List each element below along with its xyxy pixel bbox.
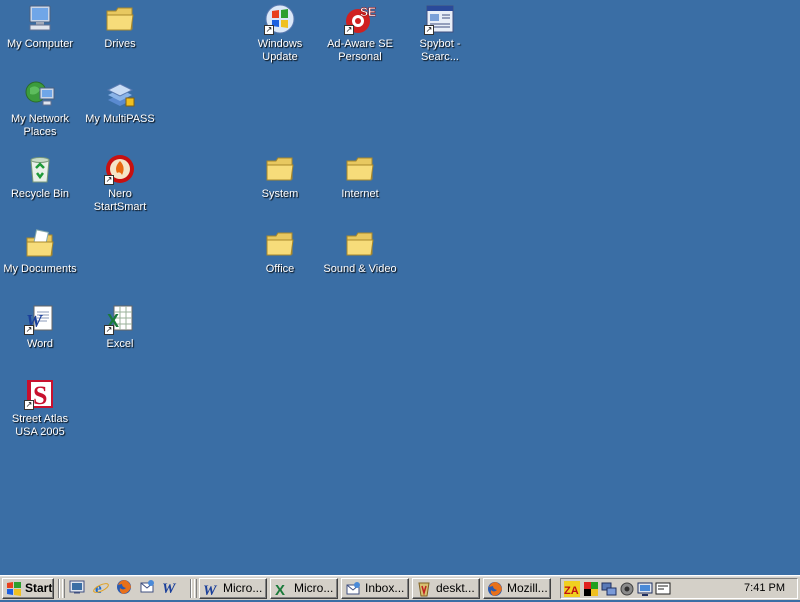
task-button-word[interactable]: W Micro...: [199, 578, 267, 599]
shortcut-arrow-icon: ↗: [104, 175, 114, 185]
quick-launch-show-desktop[interactable]: [68, 580, 86, 598]
svg-text:W: W: [203, 583, 218, 597]
computer-icon: [23, 2, 57, 36]
task-label: Inbox...: [365, 581, 405, 595]
desktop-icon-office[interactable]: Office: [240, 227, 320, 276]
quick-launch-word[interactable]: W: [161, 580, 179, 598]
internet-explorer-icon: e: [93, 579, 109, 600]
task-button-desktop[interactable]: deskt...: [412, 578, 480, 599]
svg-text:X: X: [275, 582, 285, 597]
documents-folder-icon: [23, 227, 57, 261]
recycle-bin-icon: [23, 152, 57, 186]
word-icon: W: [162, 579, 178, 600]
zonealarm-icon[interactable]: ZA: [564, 581, 580, 597]
desktop-icon-ad-aware[interactable]: SE ↗ Ad-Aware SE Personal: [320, 2, 400, 64]
desktop-icon-spybot[interactable]: ↗ Spybot - Searc...: [400, 2, 480, 64]
task-button-excel[interactable]: X Micro...: [270, 578, 338, 599]
display-icon[interactable]: [655, 581, 671, 597]
desktop-icon-my-documents[interactable]: My Documents: [0, 227, 80, 276]
show-desktop-icon: [69, 579, 85, 600]
quick-launch-outlook-express[interactable]: [138, 579, 156, 600]
taskbar-separator: [190, 579, 192, 598]
excel-icon: X ↗: [103, 302, 137, 336]
firefox-icon: [116, 579, 132, 600]
task-button-mozilla[interactable]: Mozill...: [483, 578, 551, 599]
desktop-icon-drives[interactable]: Drives: [80, 2, 160, 51]
windows-update-icon: ↗: [263, 2, 297, 36]
color-app-icon[interactable]: [583, 581, 599, 597]
desktop-icon-street-atlas[interactable]: S ↗ Street Atlas USA 2005: [0, 377, 80, 439]
ad-aware-icon: SE ↗: [343, 2, 377, 36]
task-label: Mozill...: [507, 581, 548, 595]
word-icon: W: [203, 581, 219, 597]
task-label: deskt...: [436, 581, 475, 595]
network-places-icon: [23, 77, 57, 111]
task-button-inbox[interactable]: Inbox...: [341, 578, 409, 599]
desktop[interactable]: My Computer My Network Places Recycle Bi…: [0, 0, 800, 575]
word-icon: W ↗: [23, 302, 57, 336]
quick-launch-firefox[interactable]: [115, 579, 133, 600]
desktop-icon-system[interactable]: System: [240, 152, 320, 201]
desktop-icon-nero-startsmart[interactable]: ↗ Nero StartSmart: [80, 152, 160, 214]
folder-icon: [103, 2, 137, 36]
task-label: Micro...: [294, 581, 334, 595]
quick-launch-internet-explorer[interactable]: e: [92, 580, 110, 598]
shortcut-arrow-icon: ↗: [24, 325, 34, 335]
quick-launch-grip[interactable]: [62, 579, 65, 598]
outlook-express-icon: [139, 579, 155, 600]
firefox-icon: [487, 581, 503, 597]
image-editor-icon: [416, 581, 432, 597]
multipass-icon: [103, 77, 137, 111]
svg-text:W: W: [162, 581, 177, 595]
desktop-icon-my-multipass[interactable]: My MultiPASS: [80, 77, 160, 126]
taskbar-grip[interactable]: [194, 579, 197, 598]
svg-text:S: S: [33, 381, 47, 410]
outlook-express-icon: [345, 581, 361, 597]
desktop-icon-word[interactable]: W ↗ Word: [0, 302, 80, 351]
folder-icon: [263, 227, 297, 261]
shortcut-arrow-icon: ↗: [24, 400, 34, 410]
folder-icon: [263, 152, 297, 186]
shortcut-arrow-icon: ↗: [424, 25, 434, 35]
shortcut-arrow-icon: ↗: [104, 325, 114, 335]
network-icon[interactable]: [601, 581, 617, 597]
desktop-icon-excel[interactable]: X ↗ Excel: [80, 302, 160, 351]
monitor-icon[interactable]: [637, 581, 653, 597]
shortcut-arrow-icon: ↗: [264, 25, 274, 35]
taskbar: Start e W W Micro... X Micro... Inbox...…: [0, 575, 800, 600]
shortcut-arrow-icon: ↗: [344, 25, 354, 35]
desktop-icon-recycle-bin[interactable]: Recycle Bin: [0, 152, 80, 201]
folder-icon: [343, 227, 377, 261]
svg-text:SE: SE: [360, 5, 376, 19]
taskbar-separator: [58, 579, 60, 598]
svg-text:ZA: ZA: [564, 585, 579, 597]
desktop-icon-internet[interactable]: Internet: [320, 152, 400, 201]
clock[interactable]: 7:41 PM: [744, 582, 785, 594]
nero-icon: ↗: [103, 152, 137, 186]
excel-icon: X: [274, 581, 290, 597]
start-label: Start: [25, 581, 53, 595]
folder-icon: [343, 152, 377, 186]
street-atlas-icon: S ↗: [23, 377, 57, 411]
speaker-icon[interactable]: [619, 581, 635, 597]
system-tray: ZA 7:41 PM: [560, 578, 798, 599]
desktop-icon-my-computer[interactable]: My Computer: [0, 2, 80, 51]
start-button[interactable]: Start: [2, 578, 54, 599]
desktop-icon-sound-video[interactable]: Sound & Video: [320, 227, 400, 276]
windows-logo-icon: [6, 581, 22, 596]
desktop-icon-windows-update[interactable]: ↗ Windows Update: [240, 2, 320, 64]
spybot-icon: ↗: [423, 2, 457, 36]
task-label: Micro...: [223, 581, 263, 595]
desktop-icon-my-network-places[interactable]: My Network Places: [0, 77, 80, 139]
